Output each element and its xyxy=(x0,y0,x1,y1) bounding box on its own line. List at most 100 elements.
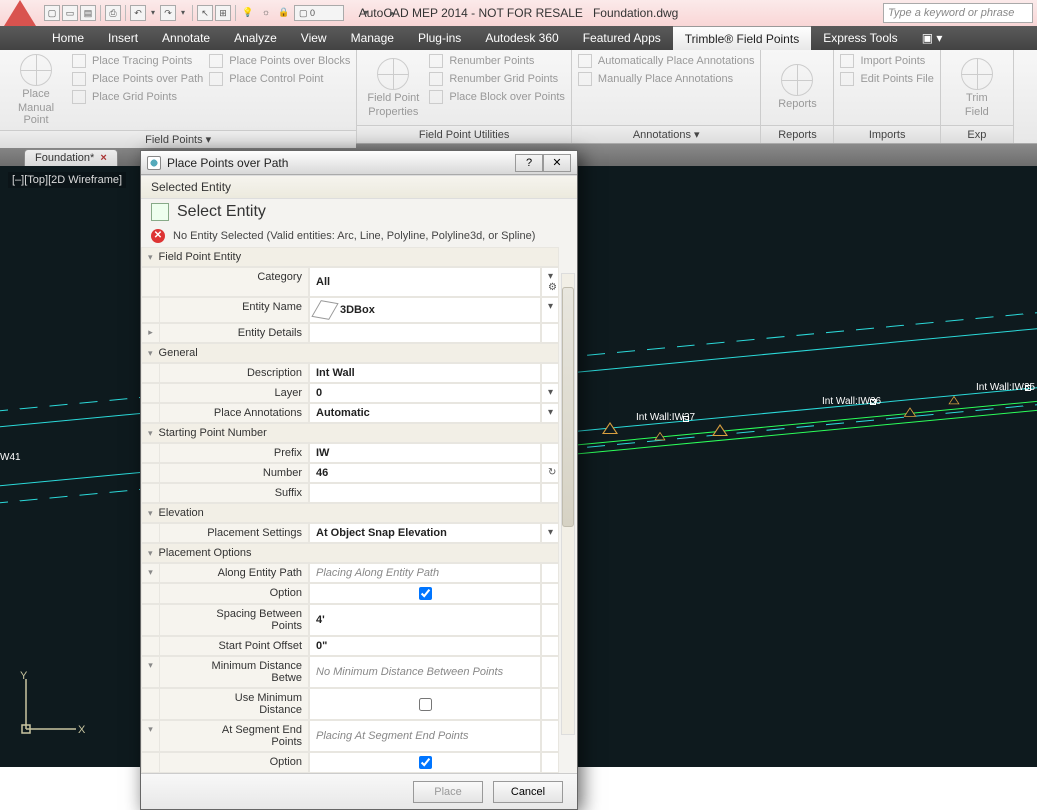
ribbon-panel-title[interactable]: Field Point Utilities xyxy=(357,125,571,143)
close-button[interactable]: ✕ xyxy=(543,154,571,172)
property-checkbox[interactable] xyxy=(419,698,432,711)
property-action-icon[interactable]: ▾ xyxy=(541,523,559,543)
document-tab[interactable]: Foundation* × xyxy=(24,149,118,166)
property-section: ▾ General xyxy=(141,343,559,363)
property-value[interactable]: Int Wall xyxy=(309,363,541,383)
property-value[interactable]: 0" xyxy=(309,636,541,656)
ribbon-item[interactable]: Edit Points File xyxy=(840,72,933,86)
ribbon-tabs: HomeInsertAnnotateAnalyzeViewManagePlug-… xyxy=(0,26,1037,50)
ribbon-tab[interactable]: Analyze xyxy=(222,26,289,50)
property-value: Placing At Segment End Points xyxy=(309,720,541,752)
help-button[interactable]: ? xyxy=(515,154,543,172)
cursor-icon[interactable]: ↖ xyxy=(197,5,213,21)
property-value[interactable] xyxy=(309,323,541,343)
property-value[interactable] xyxy=(309,583,541,604)
select-entity-link[interactable]: Select Entity xyxy=(177,203,266,221)
error-icon: ✕ xyxy=(151,229,165,243)
ribbon-item[interactable]: Import Points xyxy=(840,54,933,68)
property-value[interactable] xyxy=(309,752,541,773)
print-icon[interactable]: ⎙ xyxy=(105,5,121,21)
ribbon-item[interactable]: Place Points over Path xyxy=(72,72,203,86)
property-action-icon[interactable]: ▾ ⚙ xyxy=(541,267,559,297)
field-point-marker xyxy=(654,432,665,440)
app-logo[interactable] xyxy=(4,0,36,26)
expand-icon[interactable]: ▾ xyxy=(141,563,159,583)
target-icon xyxy=(377,58,409,90)
help-search[interactable]: Type a keyword or phrase xyxy=(883,3,1033,23)
ribbon-item[interactable]: Place Tracing Points xyxy=(72,54,203,68)
ribbon-item[interactable]: Renumber Points xyxy=(429,54,565,68)
ribbon-tab[interactable]: Insert xyxy=(96,26,150,50)
ribbon-item[interactable]: Place Points over Blocks xyxy=(209,54,350,68)
field-point-marker xyxy=(904,407,917,417)
lock-icon[interactable]: 🔒 xyxy=(276,5,292,21)
property-checkbox[interactable] xyxy=(419,756,432,769)
ribbon-item[interactable]: Renumber Grid Points xyxy=(429,72,565,86)
layer-swatch[interactable]: ▢ 0 xyxy=(294,5,344,21)
ribbon-item[interactable]: Place Block over Points xyxy=(429,90,565,104)
property-value[interactable]: All xyxy=(309,267,541,297)
ribbon-panel-title[interactable]: Imports xyxy=(834,125,939,143)
expand-icon[interactable]: ▾ xyxy=(141,720,159,752)
save-icon[interactable]: ▤ xyxy=(80,5,96,21)
ribbon-panel-title[interactable]: Reports xyxy=(761,125,833,143)
redo-icon[interactable]: ↷ xyxy=(160,5,176,21)
cancel-button[interactable]: Cancel xyxy=(493,781,563,803)
ribbon-overflow[interactable]: ▣ ▾ xyxy=(922,26,943,50)
ribbon-tab[interactable]: View xyxy=(289,26,339,50)
open-icon[interactable]: ▭ xyxy=(62,5,78,21)
scrollbar-thumb[interactable] xyxy=(562,287,574,527)
ribbon-item-icon xyxy=(429,54,443,68)
ribbon-tab[interactable]: Home xyxy=(40,26,96,50)
property-value[interactable]: IW xyxy=(309,443,541,463)
select-entity-icon[interactable] xyxy=(151,203,169,221)
property-value[interactable]: At Object Snap Elevation xyxy=(309,523,541,543)
property-value[interactable]: 4' xyxy=(309,604,541,636)
property-section: ▾ Field Point Entity xyxy=(141,247,559,267)
property-action-icon[interactable]: ↻ xyxy=(541,463,559,483)
undo-dropdown[interactable]: ▾ xyxy=(148,5,158,21)
property-checkbox[interactable] xyxy=(419,587,432,600)
property-action-icon[interactable]: ▾ xyxy=(541,403,559,423)
property-value[interactable]: 0 xyxy=(309,383,541,403)
property-value[interactable]: 3DBox xyxy=(309,297,541,323)
bulb-icon[interactable]: 💡 xyxy=(240,5,256,21)
sun-icon[interactable]: ☼ xyxy=(258,5,274,21)
property-value[interactable]: Automatic xyxy=(309,403,541,423)
property-value[interactable] xyxy=(309,688,541,720)
ribbon-item[interactable]: Place Grid Points xyxy=(72,90,203,104)
property-value[interactable]: 46 xyxy=(309,463,541,483)
new-icon[interactable]: ▢ xyxy=(44,5,60,21)
ribbon-item[interactable]: Automatically Place Annotations xyxy=(578,54,755,68)
ribbon-tab[interactable]: Autodesk 360 xyxy=(473,26,570,50)
ribbon-panel-title[interactable]: Exp xyxy=(941,125,1013,143)
expand-icon[interactable]: ▸ xyxy=(141,323,159,343)
selected-entity-header: Selected Entity xyxy=(141,175,577,199)
property-value[interactable] xyxy=(309,483,541,503)
ribbon-big-button[interactable]: PlaceManual Point xyxy=(6,54,66,126)
property-action-icon[interactable]: ▾ xyxy=(541,297,559,323)
close-tab-icon[interactable]: × xyxy=(100,152,106,164)
ribbon-big-button[interactable]: TrimField xyxy=(947,54,1007,121)
dialog-titlebar[interactable]: Place Points over Path ? ✕ xyxy=(141,151,577,175)
ribbon-tab[interactable]: Plug-ins xyxy=(406,26,473,50)
ribbon-item[interactable]: Place Control Point xyxy=(209,72,350,86)
ribbon-tab[interactable]: Featured Apps xyxy=(571,26,673,50)
ribbon-item[interactable]: Manually Place Annotations xyxy=(578,72,755,86)
window-title: AutoCAD MEP 2014 - NOT FOR RESALE Founda… xyxy=(359,6,679,20)
ribbon-tab[interactable]: Express Tools xyxy=(811,26,909,50)
ribbon-panel-title[interactable]: Field Points ▾ xyxy=(0,130,356,148)
ribbon-big-button[interactable]: Reports xyxy=(767,54,827,121)
ribbon-tab[interactable]: Annotate xyxy=(150,26,222,50)
undo-icon[interactable]: ↶ xyxy=(130,5,146,21)
expand-icon[interactable]: ▾ xyxy=(141,656,159,688)
pin-icon[interactable]: ⊞ xyxy=(215,5,231,21)
property-action-icon[interactable]: ▾ xyxy=(541,383,559,403)
ribbon-panel-title[interactable]: Annotations ▾ xyxy=(572,125,761,143)
view-label[interactable]: [–][Top][2D Wireframe] xyxy=(8,172,126,188)
place-button[interactable]: Place xyxy=(413,781,483,803)
ribbon-tab[interactable]: Trimble® Field Points xyxy=(673,26,811,50)
redo-dropdown[interactable]: ▾ xyxy=(178,5,188,21)
ribbon-tab[interactable]: Manage xyxy=(339,26,406,50)
ribbon-big-button[interactable]: Field PointProperties xyxy=(363,54,423,121)
